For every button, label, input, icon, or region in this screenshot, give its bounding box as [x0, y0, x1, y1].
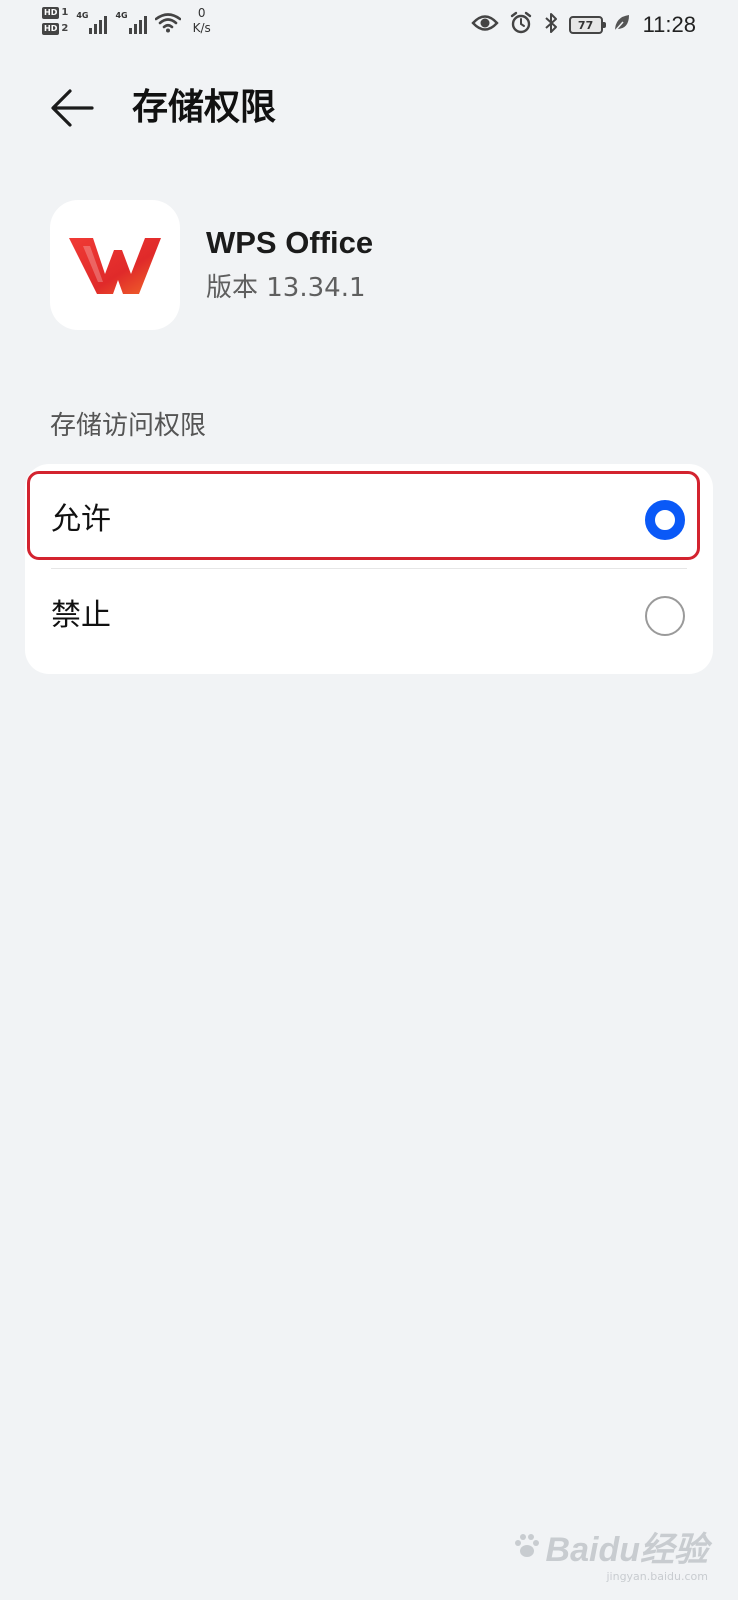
sim2-number: 2 — [61, 23, 69, 34]
alarm-icon — [509, 11, 533, 39]
battery-level: 77 — [577, 18, 594, 32]
app-version: 版本 13.34.1 — [206, 273, 366, 303]
wifi-icon — [154, 13, 181, 37]
battery-icon: 77 — [568, 16, 606, 34]
speed-unit: K/s — [192, 21, 211, 35]
status-left: HD 1 HD 2 4G 4G 0 K/s — [42, 6, 211, 37]
paw-icon — [512, 1530, 542, 1570]
sim1-indicator: HD 1 — [42, 6, 68, 19]
network-speed: 0 K/s — [193, 6, 211, 36]
app-info: WPS Office 版本 13.34.1 — [50, 200, 690, 330]
permission-options-card: 允许 禁止 — [25, 464, 713, 674]
back-button[interactable] — [48, 84, 96, 132]
eye-icon — [470, 13, 499, 37]
baidu-watermark: Baidu经验 jingyan.baidu.com — [512, 1530, 708, 1584]
page-title: 存储权限 — [132, 87, 277, 128]
signal-icon: 4G — [115, 11, 147, 34]
watermark-text: Baidu经验 — [545, 1531, 708, 1569]
radio-allow-selected[interactable] — [645, 500, 685, 540]
option-deny-label: 禁止 — [51, 598, 111, 633]
wps-office-logo — [50, 200, 180, 330]
sim2-indicator: HD 2 — [42, 22, 68, 35]
watermark-main: Baidu经验 — [512, 1530, 708, 1570]
section-label: 存储访问权限 — [50, 411, 207, 441]
sim1-hd-label: HD — [42, 6, 60, 19]
back-arrow-icon — [51, 89, 94, 127]
network2-label: 4G — [115, 11, 128, 20]
status-time: 11:28 — [642, 12, 696, 37]
signal-icon: 4G — [76, 11, 108, 34]
leaf-icon — [613, 13, 631, 37]
sim-indicators: HD 1 HD 2 — [42, 6, 68, 35]
option-allow[interactable]: 允许 — [25, 472, 713, 568]
option-allow-label: 允许 — [51, 502, 111, 537]
page-header: 存储权限 — [0, 70, 738, 150]
sim1-number: 1 — [61, 7, 69, 18]
watermark-url: jingyan.baidu.com — [606, 1570, 708, 1583]
app-name: WPS Office — [206, 225, 374, 260]
speed-value: 0 — [197, 6, 206, 20]
bluetooth-icon — [543, 11, 559, 39]
status-bar: HD 1 HD 2 4G 4G 0 K/s 77 11:28 — [0, 0, 738, 50]
option-deny[interactable]: 禁止 — [25, 568, 713, 664]
radio-deny-unselected[interactable] — [645, 596, 685, 636]
sim2-hd-label: HD — [42, 22, 60, 35]
network1-label: 4G — [76, 11, 89, 20]
status-right: 77 11:28 — [470, 10, 696, 40]
